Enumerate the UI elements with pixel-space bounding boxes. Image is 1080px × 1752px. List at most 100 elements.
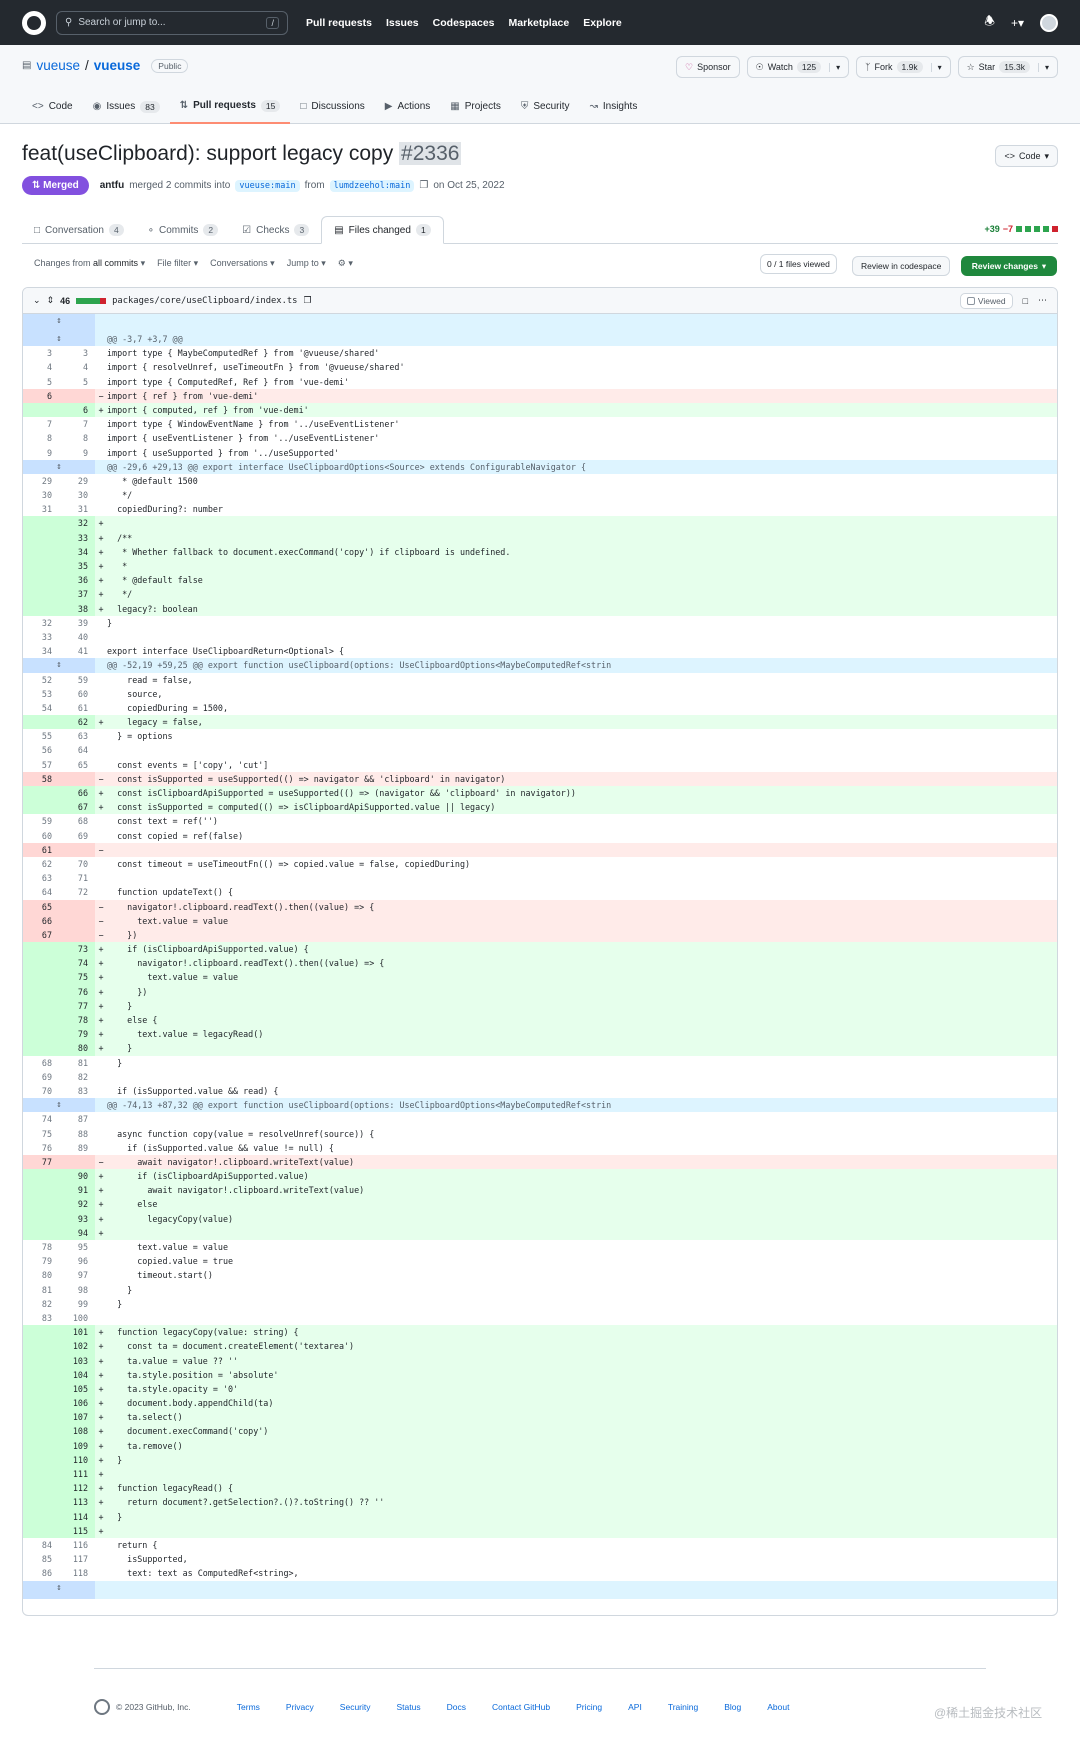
old-line-number[interactable]: 75 <box>23 1127 59 1141</box>
old-line-number[interactable] <box>23 559 59 574</box>
footer-link-terms[interactable]: Terms <box>237 1702 260 1712</box>
old-line-number[interactable] <box>23 1325 59 1340</box>
old-line-number[interactable] <box>23 786 59 801</box>
new-line-number[interactable]: 92 <box>59 1197 95 1212</box>
new-line-number[interactable]: 75 <box>59 970 95 985</box>
old-line-number[interactable]: 82 <box>23 1297 59 1311</box>
footer-link-contact[interactable]: Contact GitHub <box>492 1702 550 1712</box>
viewed-checkbox[interactable]: Viewed <box>959 292 1013 309</box>
new-line-number[interactable] <box>59 771 95 786</box>
new-line-number[interactable]: 60 <box>59 687 95 701</box>
tab-projects[interactable]: ▦ Projects <box>440 97 511 124</box>
chevron-down-icon[interactable]: ▾ <box>930 62 942 72</box>
new-line-number[interactable]: 68 <box>59 814 95 828</box>
new-line-number[interactable]: 95 <box>59 1240 95 1254</box>
new-line-number[interactable]: 32 <box>59 516 95 531</box>
new-line-number[interactable]: 9 <box>59 446 95 460</box>
old-line-number[interactable] <box>23 1183 59 1198</box>
new-line-number[interactable]: 61 <box>59 701 95 715</box>
old-line-number[interactable]: 3 <box>23 346 59 360</box>
footer-link-blog[interactable]: Blog <box>724 1702 741 1712</box>
footer-link-training[interactable]: Training <box>668 1702 698 1712</box>
new-line-number[interactable] <box>59 899 95 914</box>
new-line-number[interactable]: 36 <box>59 573 95 588</box>
new-line-number[interactable]: 70 <box>59 857 95 871</box>
old-line-number[interactable]: 62 <box>23 857 59 871</box>
new-line-number[interactable]: 109 <box>59 1438 95 1453</box>
old-line-number[interactable]: 5 <box>23 375 59 389</box>
old-line-number[interactable] <box>23 1438 59 1453</box>
new-line-number[interactable]: 5 <box>59 375 95 389</box>
new-line-number[interactable]: 90 <box>59 1169 95 1184</box>
footer-link-api[interactable]: API <box>628 1702 642 1712</box>
old-line-number[interactable]: 79 <box>23 1254 59 1268</box>
expand-icon[interactable]: ↕ <box>23 1098 95 1113</box>
new-line-number[interactable]: 98 <box>59 1283 95 1297</box>
new-line-number[interactable]: 93 <box>59 1211 95 1226</box>
copy-icon[interactable]: ❐ <box>419 180 428 191</box>
kebab-menu-icon[interactable]: ⋯ <box>1038 295 1047 306</box>
new-line-number[interactable]: 114 <box>59 1509 95 1524</box>
old-line-number[interactable]: 65 <box>23 899 59 914</box>
tab-conversation[interactable]: □ Conversation 4 <box>22 216 136 244</box>
old-line-number[interactable] <box>23 1509 59 1524</box>
avatar[interactable] <box>1040 13 1058 32</box>
old-line-number[interactable] <box>23 800 59 815</box>
old-line-number[interactable]: 7 <box>23 417 59 431</box>
old-line-number[interactable] <box>23 530 59 545</box>
new-line-number[interactable]: 40 <box>59 630 95 644</box>
base-branch[interactable]: vueuse:main <box>235 179 300 192</box>
new-line-number[interactable]: 8 <box>59 431 95 445</box>
new-line-number[interactable]: 113 <box>59 1495 95 1510</box>
old-line-number[interactable]: 33 <box>23 630 59 644</box>
old-line-number[interactable] <box>23 1495 59 1510</box>
file-filter-dropdown[interactable]: File filter ▾ <box>157 258 198 269</box>
old-line-number[interactable]: 55 <box>23 729 59 743</box>
old-line-number[interactable]: 29 <box>23 474 59 488</box>
chevron-down-icon[interactable]: ▾ <box>1037 62 1049 72</box>
new-line-number[interactable]: 65 <box>59 758 95 772</box>
new-line-number[interactable]: 89 <box>59 1141 95 1155</box>
expand-icon[interactable]: ↕ <box>23 658 95 673</box>
footer-link-pricing[interactable]: Pricing <box>576 1702 602 1712</box>
old-line-number[interactable] <box>23 587 59 602</box>
tab-pull-requests[interactable]: ⇅ Pull requests 15 <box>169 97 291 124</box>
new-line-number[interactable]: 83 <box>59 1084 95 1098</box>
new-line-number[interactable]: 87 <box>59 1112 95 1126</box>
expand-icon[interactable]: ↕ <box>23 1580 95 1599</box>
old-line-number[interactable]: 76 <box>23 1141 59 1155</box>
old-line-number[interactable] <box>23 516 59 531</box>
new-line-number[interactable]: 104 <box>59 1367 95 1382</box>
old-line-number[interactable]: 69 <box>23 1070 59 1084</box>
plus-dropdown-icon[interactable]: +▾ <box>1011 16 1024 30</box>
old-line-number[interactable] <box>23 1381 59 1397</box>
new-line-number[interactable]: 71 <box>59 871 95 885</box>
new-line-number[interactable]: 76 <box>59 984 95 999</box>
old-line-number[interactable]: 77 <box>23 1154 59 1170</box>
gear-icon[interactable]: ⚙ ▾ <box>338 258 353 269</box>
expand-icon[interactable]: ↕ <box>23 332 95 347</box>
expand-icon[interactable]: ↕ <box>23 459 95 474</box>
author-link[interactable]: antfu <box>100 180 124 191</box>
expand-icon[interactable]: ↕ <box>23 314 95 332</box>
new-line-number[interactable]: 115 <box>59 1523 95 1538</box>
nav-explore[interactable]: Explore <box>583 17 622 29</box>
old-line-number[interactable]: 4 <box>23 360 59 374</box>
old-line-number[interactable] <box>23 1452 59 1467</box>
repo-name-link[interactable]: vueuse <box>94 58 141 73</box>
old-line-number[interactable] <box>23 998 59 1013</box>
new-line-number[interactable]: 34 <box>59 544 95 559</box>
tab-files-changed[interactable]: ▤ Files changed 1 <box>321 216 444 244</box>
new-line-number[interactable]: 3 <box>59 346 95 360</box>
new-line-number[interactable]: 69 <box>59 829 95 843</box>
new-line-number[interactable]: 107 <box>59 1410 95 1425</box>
new-line-number[interactable]: 105 <box>59 1381 95 1397</box>
old-line-number[interactable]: 52 <box>23 673 59 687</box>
old-line-number[interactable] <box>23 715 59 730</box>
old-line-number[interactable] <box>23 1225 59 1240</box>
new-line-number[interactable]: 108 <box>59 1424 95 1439</box>
code-button[interactable]: <> Code ▾ <box>995 145 1058 167</box>
old-line-number[interactable]: 6 <box>23 388 59 403</box>
new-line-number[interactable]: 81 <box>59 1056 95 1070</box>
search-input[interactable]: ⚲ Search or jump to... / <box>56 10 288 35</box>
